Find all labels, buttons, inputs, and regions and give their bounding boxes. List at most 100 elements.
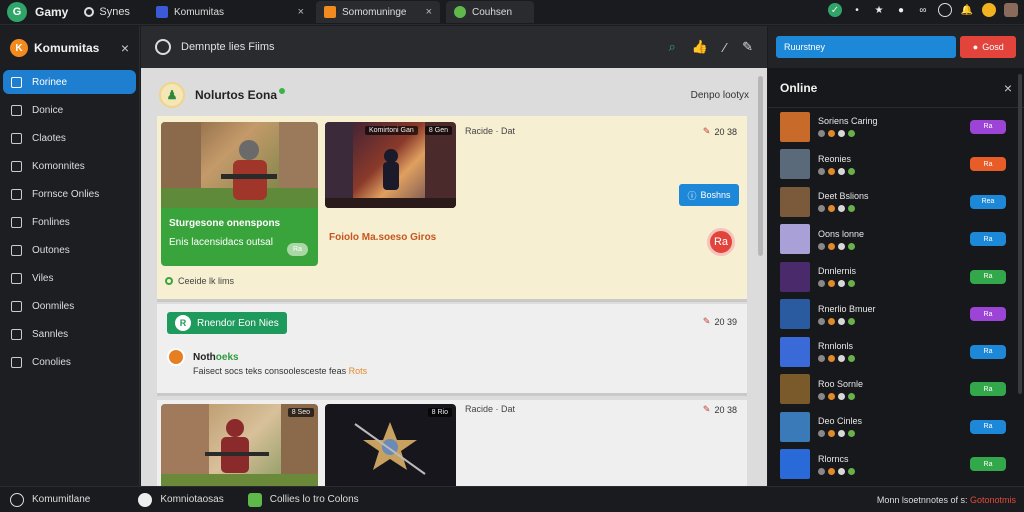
user-avatar[interactable] — [780, 261, 810, 292]
online-user-row[interactable]: Soriens Caring Ra — [768, 108, 1024, 146]
nav-icon — [11, 300, 22, 312]
clock-icon[interactable] — [938, 3, 952, 17]
user-action-button[interactable]: Ra — [970, 457, 1006, 472]
user-action-button[interactable]: Ra — [970, 419, 1006, 434]
game-thumbnail[interactable]: Komirtoni Gan 8 Gen — [325, 122, 456, 208]
badge-icon — [838, 242, 845, 250]
user-avatar[interactable] — [780, 149, 810, 180]
online-user-row[interactable]: Rlorncs Ra — [768, 446, 1024, 484]
user-avatar[interactable] — [780, 186, 810, 217]
pin-icon[interactable]: ✎ — [742, 39, 753, 55]
status-icon[interactable]: ✓ — [828, 3, 842, 17]
sidebar-close-icon[interactable]: × — [121, 40, 129, 56]
user-action-button[interactable]: Ra — [970, 119, 1006, 134]
user-name: Oons lonne — [818, 228, 865, 239]
promo-box[interactable]: Sturgesone onenspons Enis lacensidacs ou… — [161, 208, 318, 266]
online-user-row[interactable]: Dnnlernis Ra — [768, 258, 1024, 296]
channel-tag[interactable]: R Rnendor Eon Nies — [167, 312, 287, 334]
sidebar-item-komonnites[interactable]: Komonnites — [3, 154, 136, 178]
sidebar-item-claotes[interactable]: Claotes — [3, 126, 136, 150]
user-action-button[interactable]: Ra — [970, 232, 1006, 247]
user-action-button[interactable]: Ra — [970, 307, 1006, 322]
edit-icon[interactable]: ✎ — [703, 404, 711, 415]
sidebar-item-oonmiles[interactable]: Oonmiles — [3, 294, 136, 318]
action-fab[interactable]: Ra — [707, 228, 735, 256]
menu-icon[interactable]: • — [850, 3, 864, 17]
sidebar-item-conolies[interactable]: Conolies — [3, 350, 136, 374]
top-icons: ✓ • ★ ● ∞ 🔔 — [828, 3, 1018, 17]
sync-button[interactable]: Synes — [84, 6, 130, 18]
sync-label: Synes — [99, 6, 130, 18]
tab-close-icon[interactable]: × — [426, 6, 432, 18]
online-panel-scrollbar[interactable] — [1018, 74, 1022, 394]
sidebar-item-viles[interactable]: Viles — [3, 266, 136, 290]
status-bar-item[interactable]: Collies lo tro Colons — [247, 492, 359, 507]
notification-icon[interactable]: 🔔 — [960, 3, 974, 17]
star-icon[interactable]: ★ — [872, 3, 886, 17]
search-icon[interactable]: ⌕ — [668, 39, 675, 55]
author-avatar[interactable] — [167, 348, 185, 366]
secondary-action-button[interactable]: ● Gosd — [960, 36, 1016, 58]
sidebar-item-fonlines[interactable]: Fonlines — [3, 210, 136, 234]
join-button-label: Boshns — [700, 190, 731, 200]
user-info: Deo Cinles — [818, 416, 863, 438]
user-avatar[interactable] — [780, 449, 810, 480]
chat-icon[interactable]: ● — [894, 3, 908, 17]
status-bar-item[interactable]: Komumitlane — [10, 492, 90, 507]
user-avatar[interactable] — [780, 299, 810, 330]
sidebar-item-fornsce-onlies[interactable]: Fornsce Onlies — [3, 182, 136, 206]
status-bar-info-link[interactable]: Gotonotmis — [970, 495, 1016, 505]
online-panel-close-icon[interactable]: × — [1004, 80, 1012, 96]
link-icon[interactable]: ∞ — [916, 3, 930, 17]
user-badges — [818, 392, 863, 400]
post-body-highlight[interactable]: Rots — [349, 366, 368, 376]
tab-couhsen[interactable]: Couhsen — [446, 1, 534, 23]
user-avatar[interactable] — [780, 224, 810, 255]
emoji-icon[interactable] — [982, 3, 996, 17]
badge-icon — [838, 280, 845, 288]
online-user-row[interactable]: Oons lonne Ra — [768, 221, 1024, 259]
user-avatar[interactable] — [780, 111, 810, 142]
game-thumbnail[interactable] — [161, 122, 318, 208]
user-action-button[interactable]: Ra — [970, 157, 1006, 172]
game-thumbnail[interactable]: 8 Seo — [161, 404, 318, 486]
edit-icon[interactable]: ⁄ — [724, 40, 726, 55]
user-action-button[interactable]: Ra — [970, 269, 1006, 284]
join-button[interactable]: ⓘ Boshns — [679, 184, 739, 206]
status-bar-item[interactable]: Komniotaosas — [138, 492, 224, 507]
user-name: Soriens Caring — [818, 116, 878, 127]
sidebar-item-outones[interactable]: Outones — [3, 238, 136, 262]
online-user-row[interactable]: Rnerlio Bmuer Ra — [768, 296, 1024, 334]
user-avatar[interactable] — [780, 411, 810, 442]
game-thumbnail[interactable]: 8 Rio — [325, 404, 456, 486]
online-user-row[interactable]: Deo Cinles Ra — [768, 408, 1024, 446]
promo-pill[interactable]: Ra — [287, 243, 308, 256]
edit-icon[interactable]: ✎ — [703, 126, 711, 137]
tab-somomuninge[interactable]: Somomuninge × — [316, 1, 440, 23]
online-user-row[interactable]: Deet Bslions Rea — [768, 183, 1024, 221]
like-icon[interactable]: 👍 — [692, 39, 708, 55]
feed-scrollbar[interactable] — [758, 76, 763, 256]
user-name: Deo Cinles — [818, 416, 863, 427]
tab-komumitas[interactable]: Komumitas × — [148, 1, 312, 23]
user-action-button[interactable]: Ra — [970, 344, 1006, 359]
group-more-link[interactable]: Denpo lootyx — [691, 90, 749, 101]
user-avatar[interactable] — [780, 374, 810, 405]
primary-action-button[interactable]: Ruurstney — [776, 36, 957, 58]
post-author[interactable]: Nothoeks — [167, 348, 239, 366]
tab-close-icon[interactable]: × — [298, 6, 304, 18]
sidebar-item-rorinee[interactable]: Rorinee — [3, 70, 136, 94]
group-avatar[interactable]: ♟ — [159, 82, 185, 108]
user-avatar[interactable] — [780, 336, 810, 367]
online-user-row[interactable]: Roo Sornle Ra — [768, 371, 1024, 409]
user-action-button[interactable]: Rea — [970, 194, 1006, 209]
user-avatar[interactable] — [1004, 3, 1018, 17]
online-user-row[interactable]: Reonies Ra — [768, 146, 1024, 184]
app-logo-icon[interactable]: G — [7, 2, 27, 22]
group-header: ♟ Nolurtos Eona Denpo lootyx — [159, 80, 749, 110]
online-user-row[interactable]: Rnnlonls Ra — [768, 333, 1024, 371]
edit-icon[interactable]: ✎ — [703, 316, 711, 327]
sidebar-item-donice[interactable]: Donice — [3, 98, 136, 122]
user-action-button[interactable]: Ra — [970, 382, 1006, 397]
sidebar-item-sannles[interactable]: Sannles — [3, 322, 136, 346]
